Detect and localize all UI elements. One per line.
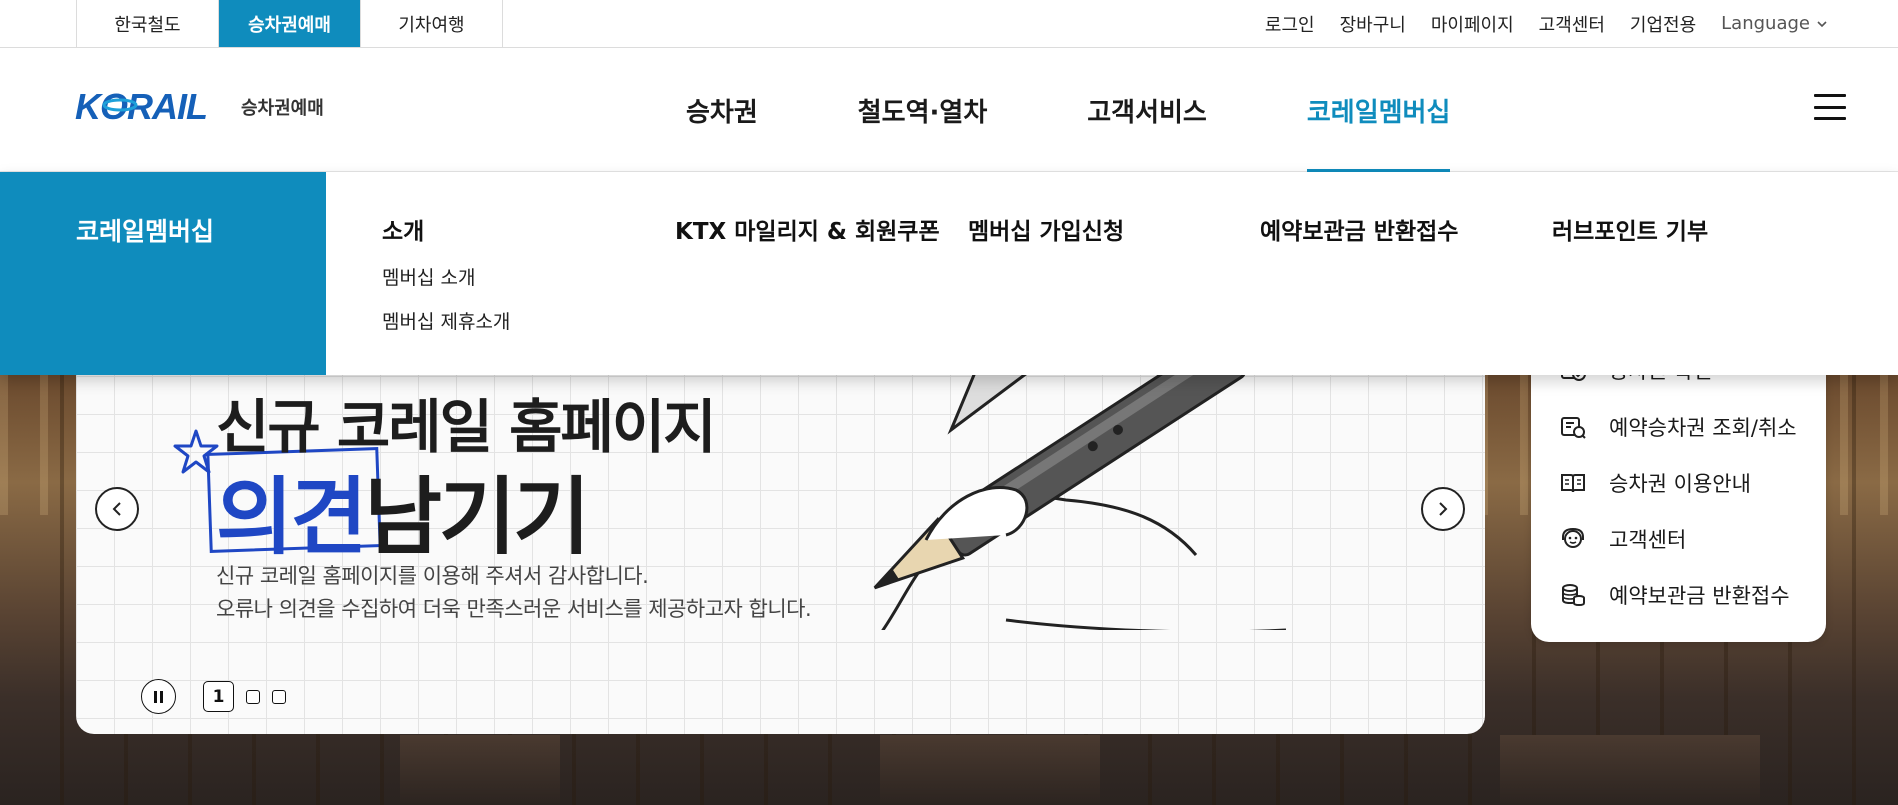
next-slide-button[interactable]: [1421, 487, 1465, 531]
slide-2-indicator[interactable]: [246, 689, 260, 704]
mega-col-lovepoint: 러브포인트 기부: [1552, 212, 1708, 246]
chevron-left-icon: [112, 502, 121, 516]
menu-deposit-refund[interactable]: 예약보관금 반환접수: [1260, 212, 1458, 246]
pause-button[interactable]: [141, 679, 176, 714]
quick-ticket-search-label: 예약승차권 조회/취소: [1609, 416, 1797, 440]
utility-links: 로그인 장바구니 마이페이지 고객센터 기업전용 Language: [1265, 0, 1828, 47]
book-icon: [1561, 474, 1585, 493]
mega-col-deposit: 예약보관금 반환접수: [1260, 212, 1458, 246]
menu-membership-join[interactable]: 멤버십 가입신청: [968, 212, 1124, 246]
chevron-down-icon: [1817, 20, 1827, 27]
quick-customer-center[interactable]: 고객센터: [1559, 524, 1686, 554]
nav-station-train[interactable]: 철도역·열차: [858, 48, 987, 172]
menu-ktx-mileage-coupon[interactable]: KTX 마일리지 & 회원쿠폰: [675, 212, 940, 246]
menu-lovepoint-donation[interactable]: 러브포인트 기부: [1552, 212, 1708, 246]
banner-title-rest: 남기기: [364, 468, 591, 566]
global-nav: 승차권 철도역·열차 고객서비스 코레일멤버십: [686, 48, 1450, 172]
korail-logo[interactable]: KORAIL 승차권예매: [75, 88, 324, 122]
logo-wordmark: KORAIL: [75, 88, 207, 122]
banner-description: 신규 코레일 홈페이지를 이용해 주셔서 감사합니다. 오류나 의견을 수집하여…: [216, 560, 812, 626]
menu-membership-partners[interactable]: 멤버십 제휴소개: [382, 307, 510, 334]
menu-membership-intro[interactable]: 멤버십 소개: [382, 263, 510, 290]
tab-train-travel[interactable]: 기차여행: [361, 0, 503, 47]
site-tabs: 한국철도 승차권예매 기차여행: [76, 0, 503, 48]
nav-ticket[interactable]: 승차권: [686, 48, 758, 172]
mypage-link[interactable]: 마이페이지: [1431, 11, 1514, 37]
customer-center-link[interactable]: 고객센터: [1539, 11, 1605, 37]
slide-pagination: 1: [141, 679, 286, 714]
business-link[interactable]: 기업전용: [1630, 11, 1696, 37]
main-header: KORAIL 승차권예매 승차권 철도역·열차 고객서비스 코레일멤버십: [0, 48, 1898, 172]
mega-menu: 코레일멤버십 소개 멤버십 소개 멤버십 제휴소개 KTX 마일리지 & 회원쿠…: [0, 172, 1898, 375]
language-select[interactable]: Language: [1721, 13, 1828, 34]
quick-deposit-refund-label: 예약보관금 반환접수: [1609, 584, 1790, 608]
quick-ticket-search[interactable]: 예약승차권 조회/취소: [1559, 412, 1797, 442]
tab-korail[interactable]: 한국철도: [77, 0, 219, 47]
mega-menu-title: 코레일멤버십: [76, 217, 215, 246]
logo-subtitle: 승차권예매: [241, 98, 324, 119]
slide-3-indicator[interactable]: [272, 689, 286, 704]
nav-korail-membership[interactable]: 코레일멤버십: [1306, 48, 1450, 172]
quick-customer-center-label: 고객센터: [1609, 528, 1687, 552]
chevron-right-icon: [1439, 502, 1448, 516]
korail-logo-mark: KORAIL: [75, 88, 208, 122]
cart-link[interactable]: 장바구니: [1340, 11, 1406, 37]
banner-title-highlight: 의견: [216, 468, 368, 566]
prev-slide-button[interactable]: [95, 487, 139, 531]
mega-col-join: 멤버십 가입신청: [968, 212, 1124, 246]
utility-bar: 한국철도 승차권예매 기차여행 로그인 장바구니 마이페이지 고객센터 기업전용…: [0, 0, 1898, 48]
banner-desc-line1: 신규 코레일 홈페이지를 이용해 주셔서 감사합니다.: [216, 564, 649, 588]
quick-deposit-refund[interactable]: 예약보관금 반환접수: [1559, 580, 1790, 610]
quick-ticket-guide[interactable]: 승차권 이용안내: [1559, 468, 1751, 498]
language-label: Language: [1721, 13, 1810, 34]
mega-menu-side: 코레일멤버십: [0, 172, 326, 375]
mega-col-mileage: KTX 마일리지 & 회원쿠폰: [675, 212, 940, 246]
mega-col-intro: 소개 멤버십 소개 멤버십 제휴소개: [382, 212, 510, 334]
quick-menu: 승차권 확인 예약승차권 조회/취소 승차권 이용안내 고객센터 예약보관금 반…: [1531, 340, 1826, 642]
menu-icon[interactable]: [1814, 94, 1846, 120]
menu-intro[interactable]: 소개: [382, 212, 510, 246]
tab-ticket-reservation[interactable]: 승차권예매: [219, 0, 361, 47]
banner-title-line2: 의견남기기: [216, 450, 591, 571]
coins-icon: [1562, 584, 1585, 607]
slide-1-indicator[interactable]: 1: [203, 681, 234, 712]
banner-desc-line2: 오류나 의견을 수집하여 더욱 만족스러운 서비스를 제공하고자 합니다.: [216, 597, 812, 621]
nav-customer-service[interactable]: 고객서비스: [1087, 48, 1207, 172]
headset-icon: [1562, 527, 1584, 548]
ticket-search-icon: [1561, 417, 1586, 439]
login-link[interactable]: 로그인: [1265, 11, 1315, 37]
quick-ticket-guide-label: 승차권 이용안내: [1609, 472, 1751, 496]
